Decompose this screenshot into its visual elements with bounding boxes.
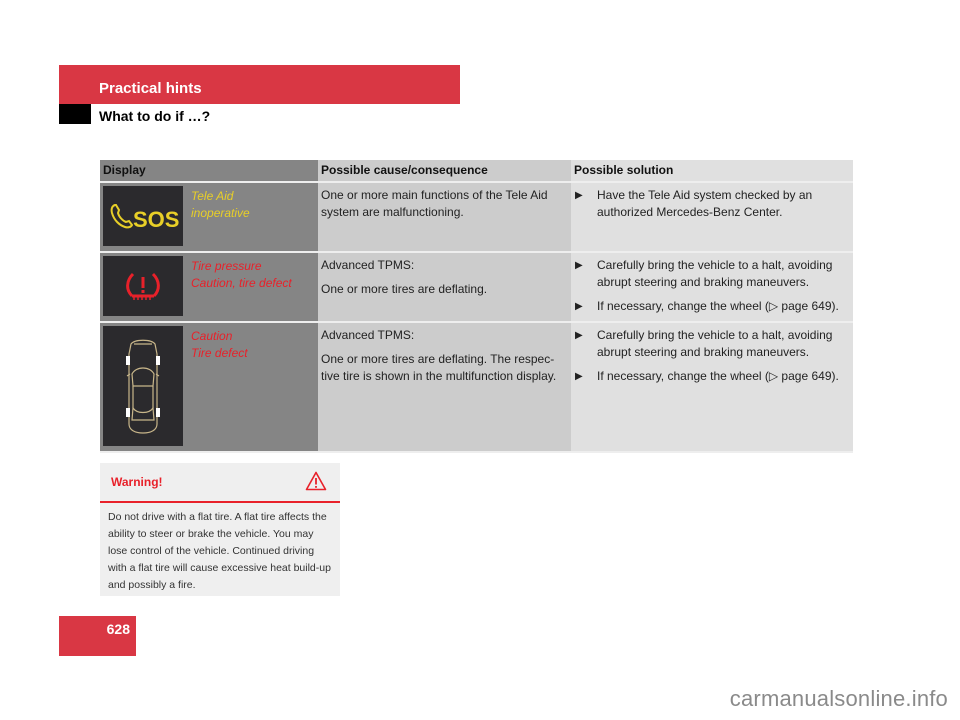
solution-step: ▶ Carefully bring the vehicle to a halt,… (575, 328, 833, 359)
column-header-display: Display (100, 160, 318, 181)
bullet-arrow-icon: ▶ (575, 330, 583, 341)
sos-phone-icon: SOS (103, 186, 183, 246)
tire-pressure-warning-icon (103, 256, 183, 316)
solution-cell: ▶ Carefully bring the vehicle to a halt,… (571, 253, 853, 321)
bullet-arrow-icon: ▶ (575, 371, 583, 382)
page-number: 628 (106, 621, 130, 637)
watermark-text: carmanualsonline.info (729, 686, 948, 711)
cause-cell: One or more main functions of the Tele A… (318, 183, 571, 251)
display-label: Tire pressure Caution, tire defect (191, 259, 292, 290)
warning-text: Do not drive with a flat tire. A flat ti… (108, 511, 331, 591)
table-row: SOS Tele Aid inoperative One or more mai… (100, 183, 853, 253)
cause-text: Advanced TPMS: (321, 328, 415, 342)
cause-text: One or more main functions of the Tele A… (321, 188, 548, 219)
bullet-arrow-icon: ▶ (575, 190, 583, 201)
cause-text: One or more tires are deflating. (321, 282, 488, 296)
display-label: Tele Aid inoperative (191, 189, 250, 220)
display-cell: SOS Tele Aid inoperative (100, 183, 318, 251)
table-row: Tire pressure Caution, tire defect Advan… (100, 253, 853, 323)
table-row: Caution Tire defect Advanced TPMS: One o… (100, 323, 853, 453)
page-number-box: 628 (59, 616, 136, 656)
warning-header: Warning! (100, 463, 340, 503)
warning-triangle-icon (305, 471, 327, 496)
display-cell: Caution Tire defect (100, 323, 318, 451)
bullet-arrow-icon: ▶ (575, 301, 583, 312)
warning-title: Warning! (111, 475, 163, 489)
cause-cell: Advanced TPMS: One or more tires are def… (318, 253, 571, 321)
car-top-view-tires-icon (103, 326, 183, 446)
svg-text:SOS: SOS (133, 207, 179, 232)
display-cell: Tire pressure Caution, tire defect (100, 253, 318, 321)
solution-cell: ▶ Have the Tele Aid system checked by an… (571, 183, 853, 251)
column-header-cause: Possible cause/consequence (318, 160, 571, 181)
column-header-solution: Possible solution (571, 160, 853, 181)
cause-cell: Advanced TPMS: One or more tires are def… (318, 323, 571, 451)
page-subtitle: What to do if …? (99, 108, 211, 124)
subtitle-marker (59, 104, 91, 124)
section-title: Practical hints (99, 80, 202, 97)
page-reference-link[interactable]: If necessary, change the wheel (▷ page 6… (597, 368, 839, 385)
solution-step: ▶ Carefully bring the vehicle to a halt,… (575, 258, 833, 289)
solution-step: ▶ If necessary, change the wheel (▷ page… (574, 368, 849, 385)
bullet-arrow-icon: ▶ (575, 260, 583, 271)
table-header-row: Display Possible cause/consequence Possi… (100, 160, 853, 183)
cause-text: One or more tires are deflating. The res… (321, 352, 557, 383)
solution-step: ▶ If necessary, change the wheel (▷ page… (574, 298, 849, 315)
solution-step: ▶ Have the Tele Aid system checked by an… (575, 188, 813, 219)
warning-box: Warning! Do not drive with a flat tire. … (100, 463, 340, 596)
cause-text: Advanced TPMS: (321, 258, 415, 272)
page-reference-link[interactable]: If necessary, change the wheel (▷ page 6… (597, 298, 839, 315)
solution-cell: ▶ Carefully bring the vehicle to a halt,… (571, 323, 853, 451)
display-label: Caution Tire defect (191, 329, 248, 360)
troubleshooting-table: Display Possible cause/consequence Possi… (100, 160, 853, 453)
